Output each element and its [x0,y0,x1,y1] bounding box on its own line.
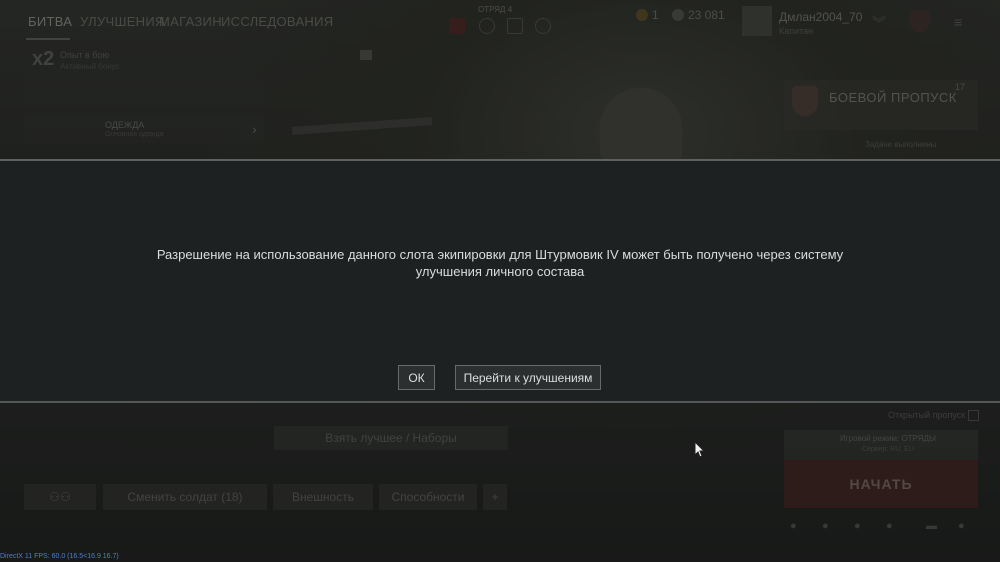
fps-counter: DirectX 11 FPS: 60.0 (16.5<16.9 16.7) [0,553,119,560]
dialog-message: Разрешение на использование данного слот… [156,247,844,279]
go-to-upgrades-button[interactable]: Перейти к улучшениям [455,365,601,390]
ok-button[interactable]: ОК [398,365,435,390]
dialog-top-divider [0,159,1000,161]
dialog-bottom-divider [0,401,1000,403]
